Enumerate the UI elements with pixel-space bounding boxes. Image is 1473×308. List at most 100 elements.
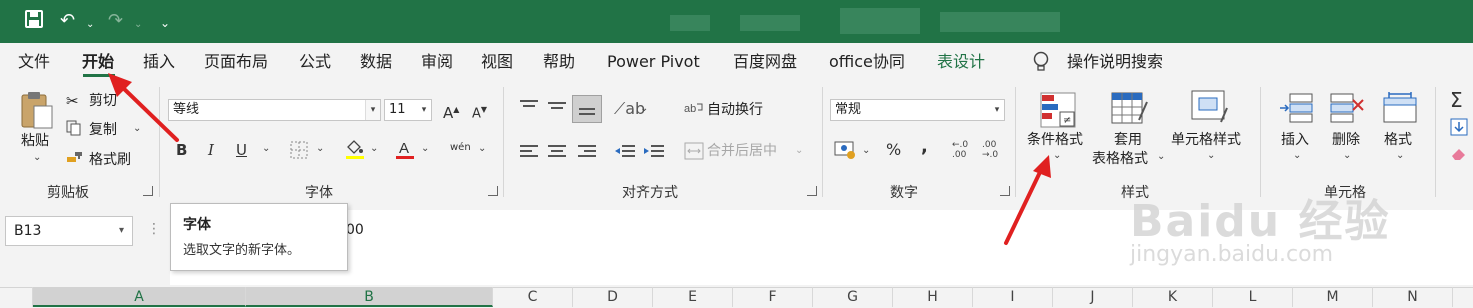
column-header[interactable]: C xyxy=(493,287,573,307)
formula-bar-grip-icon[interactable]: ⋮ xyxy=(147,222,161,236)
number-format-combo[interactable]: 常规 ▾ xyxy=(830,99,1005,121)
format-cells-dropdown-icon[interactable]: ⌄ xyxy=(1396,150,1404,161)
phonetic-dropdown-icon[interactable]: ⌄ xyxy=(478,143,486,154)
clipboard-launcher-icon[interactable] xyxy=(143,186,153,196)
conditional-format-button[interactable]: 条件格式 xyxy=(1027,131,1083,149)
conditional-format-dropdown-icon[interactable]: ⌄ xyxy=(1053,150,1061,161)
tab-office-collab[interactable]: office协同 xyxy=(829,52,905,72)
underline-dropdown-icon[interactable]: ⌄ xyxy=(262,143,270,154)
column-header[interactable]: K xyxy=(1133,287,1213,307)
fill-color-icon[interactable] xyxy=(345,138,365,164)
tab-insert[interactable]: 插入 xyxy=(143,52,175,72)
orientation-dropdown-icon[interactable]: ⌄ xyxy=(640,103,648,114)
cell-styles-button[interactable]: 单元格样式 xyxy=(1171,131,1241,149)
tell-me-search[interactable]: 操作说明搜索 xyxy=(1067,52,1163,72)
border-dropdown-icon[interactable]: ⌄ xyxy=(316,143,324,154)
chevron-down-icon[interactable]: ▾ xyxy=(365,100,380,120)
format-table-label-1[interactable]: 套用 xyxy=(1114,131,1142,149)
insert-cells-dropdown-icon[interactable]: ⌄ xyxy=(1293,150,1301,161)
insert-cells-button[interactable]: 插入 xyxy=(1281,131,1309,149)
fill-icon[interactable] xyxy=(1450,118,1468,140)
tab-help[interactable]: 帮助 xyxy=(543,52,575,72)
comma-button[interactable]: , xyxy=(921,138,928,156)
bold-button[interactable]: B xyxy=(176,141,187,159)
tab-view[interactable]: 视图 xyxy=(481,52,513,72)
column-header[interactable]: H xyxy=(893,287,973,307)
tab-power-pivot[interactable]: Power Pivot xyxy=(607,52,700,72)
accounting-dropdown-icon[interactable]: ⌄ xyxy=(862,145,870,156)
font-size-combo[interactable]: 11 ▾ xyxy=(384,99,432,121)
column-header[interactable]: I xyxy=(973,287,1053,307)
undo-icon[interactable]: ↶ xyxy=(60,10,75,32)
italic-button[interactable]: I xyxy=(208,141,214,159)
chevron-down-icon[interactable]: ▾ xyxy=(119,217,124,245)
number-launcher-icon[interactable] xyxy=(1000,186,1010,196)
font-launcher-icon[interactable] xyxy=(488,186,498,196)
column-header[interactable]: E xyxy=(653,287,733,307)
undo-dropdown-icon[interactable]: ⌄ xyxy=(86,14,94,36)
align-bottom-icon[interactable] xyxy=(572,95,602,123)
grow-font-icon[interactable]: A▲ xyxy=(443,101,459,122)
paste-dropdown-icon[interactable]: ⌄ xyxy=(33,152,41,163)
shrink-font-icon[interactable]: A▼ xyxy=(472,101,487,123)
font-name-combo[interactable]: 等线 ▾ xyxy=(168,99,381,121)
customize-icon[interactable]: ⌄ xyxy=(160,12,170,34)
border-icon[interactable] xyxy=(290,141,308,163)
tab-page-layout[interactable]: 页面布局 xyxy=(204,52,268,72)
format-cells-button[interactable]: 格式 xyxy=(1384,131,1412,149)
cell-styles-dropdown-icon[interactable]: ⌄ xyxy=(1207,150,1215,161)
phonetic-icon[interactable]: wén xyxy=(450,139,471,157)
increase-indent-icon[interactable] xyxy=(643,143,665,163)
column-header[interactable]: L xyxy=(1213,287,1293,307)
copy-dropdown-icon[interactable]: ⌄ xyxy=(133,123,141,134)
column-header[interactable]: B xyxy=(246,287,493,307)
autosum-icon[interactable]: Σ xyxy=(1450,88,1463,112)
column-header[interactable]: G xyxy=(813,287,893,307)
decrease-decimal-icon[interactable]: .00 →.0 xyxy=(982,140,998,160)
font-color-dropdown-icon[interactable]: ⌄ xyxy=(421,143,429,154)
align-left-icon[interactable] xyxy=(519,143,539,163)
decrease-indent-icon[interactable] xyxy=(614,143,636,163)
delete-cells-dropdown-icon[interactable]: ⌄ xyxy=(1343,150,1351,161)
alignment-launcher-icon[interactable] xyxy=(807,186,817,196)
column-header[interactable]: F xyxy=(733,287,813,307)
align-right-icon[interactable] xyxy=(577,143,597,163)
chevron-down-icon[interactable]: ▾ xyxy=(990,100,1004,120)
tab-formulas[interactable]: 公式 xyxy=(299,52,331,72)
format-table-dropdown-icon[interactable]: ⌄ xyxy=(1157,151,1165,162)
save-icon[interactable] xyxy=(25,10,43,34)
align-top-icon[interactable] xyxy=(519,98,539,118)
increase-decimal-icon[interactable]: ←.0.00 xyxy=(952,140,968,160)
tab-home[interactable]: 开始 xyxy=(82,52,114,72)
font-color-icon[interactable]: A xyxy=(395,138,415,164)
column-header[interactable]: M xyxy=(1293,287,1373,307)
format-painter-button[interactable]: 格式刷 xyxy=(89,151,131,169)
column-header[interactable]: D xyxy=(573,287,653,307)
column-header[interactable]: A xyxy=(33,287,246,307)
tab-table-design[interactable]: 表设计 xyxy=(937,52,985,72)
align-center-icon[interactable] xyxy=(547,143,567,163)
fill-color-dropdown-icon[interactable]: ⌄ xyxy=(370,143,378,154)
redo-icon[interactable]: ↷ xyxy=(108,10,123,32)
align-middle-icon[interactable] xyxy=(547,98,567,118)
tab-baidu-disk[interactable]: 百度网盘 xyxy=(733,52,797,72)
name-box[interactable]: B13 ▾ xyxy=(5,216,133,246)
tab-review[interactable]: 审阅 xyxy=(421,52,453,72)
select-all-corner[interactable] xyxy=(0,287,33,307)
tab-data[interactable]: 数据 xyxy=(360,52,392,72)
column-header[interactable]: J xyxy=(1053,287,1133,307)
underline-button[interactable]: U xyxy=(236,141,247,159)
tab-file[interactable]: 文件 xyxy=(18,52,50,72)
cut-button[interactable]: 剪切 xyxy=(89,92,117,110)
copy-button[interactable]: 复制 xyxy=(89,121,117,139)
format-table-label-2[interactable]: 表格格式 xyxy=(1092,150,1148,168)
wrap-text-button[interactable]: 自动换行 xyxy=(707,101,763,119)
column-header[interactable]: N xyxy=(1373,287,1453,307)
clear-icon[interactable] xyxy=(1450,146,1468,166)
percent-button[interactable]: % xyxy=(886,141,901,159)
delete-cells-button[interactable]: 删除 xyxy=(1332,131,1360,149)
chevron-down-icon[interactable]: ▾ xyxy=(417,100,431,120)
paste-button[interactable]: 粘贴 xyxy=(21,132,49,150)
accounting-format-icon[interactable] xyxy=(834,140,858,164)
paste-icon[interactable] xyxy=(20,90,54,134)
